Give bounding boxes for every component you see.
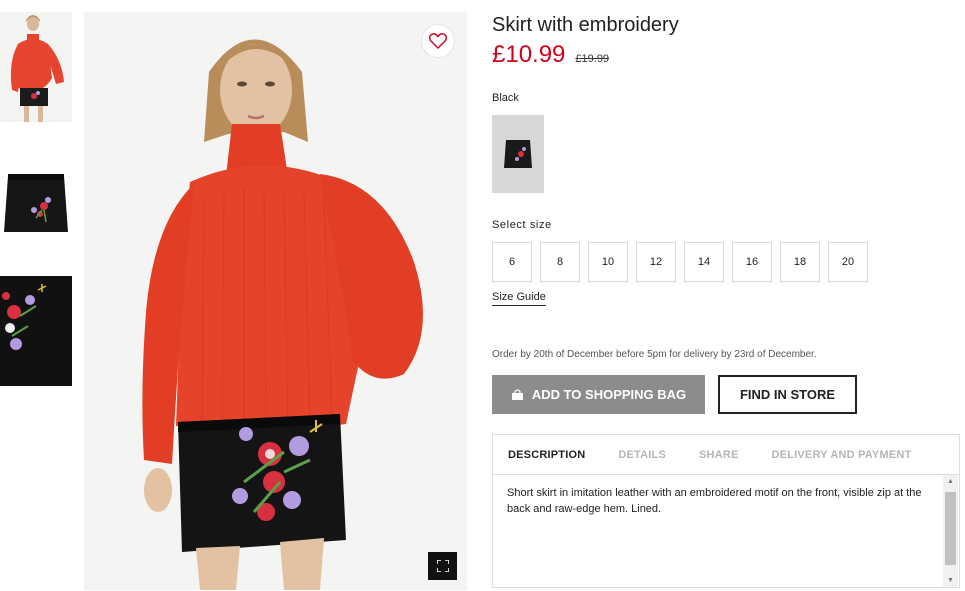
size-option-8[interactable]: 8 — [540, 242, 580, 282]
size-option-18[interactable]: 18 — [780, 242, 820, 282]
thumbnail-embroidery-detail[interactable] — [0, 276, 72, 386]
tab-details[interactable]: DETAILS — [618, 449, 666, 461]
model-illustration — [84, 12, 467, 590]
fullscreen-icon — [436, 560, 449, 572]
original-price: £19.99 — [575, 53, 610, 65]
size-guide-link[interactable]: Size Guide — [492, 291, 546, 306]
size-option-10[interactable]: 10 — [588, 242, 628, 282]
scroll-down-arrow-icon[interactable]: ▼ — [943, 574, 958, 587]
thumbnail-model[interactable] — [0, 12, 72, 122]
scroll-up-arrow-icon[interactable]: ▲ — [943, 475, 958, 488]
description-scrollbar[interactable]: ▲ ▼ — [943, 475, 958, 587]
color-name: Black — [492, 92, 519, 104]
swatch-skirt-image — [504, 140, 532, 168]
description-text: Short skirt in imitation leather with an… — [507, 487, 922, 515]
heart-icon — [429, 33, 447, 49]
main-product-image — [84, 12, 467, 590]
tab-delivery-and-payment[interactable]: DELIVERY AND PAYMENT — [772, 449, 912, 461]
price-row: £10.99 £19.99 — [492, 41, 962, 69]
add-to-bag-label: ADD TO SHOPPING BAG — [531, 387, 687, 402]
size-option-20[interactable]: 20 — [828, 242, 868, 282]
add-to-bag-button[interactable]: ADD TO SHOPPING BAG — [492, 375, 705, 414]
product-title: Skirt with embroidery — [492, 14, 679, 36]
thumbnail-list — [0, 12, 76, 408]
favorite-button[interactable] — [421, 24, 455, 58]
size-option-14[interactable]: 14 — [684, 242, 724, 282]
product-info: Skirt with embroidery £10.99 £19.99 Blac… — [492, 14, 962, 414]
find-in-store-button[interactable]: FIND IN STORE — [718, 375, 857, 414]
current-price: £10.99 — [492, 41, 566, 68]
size-option-16[interactable]: 16 — [732, 242, 772, 282]
color-swatch-black[interactable] — [492, 115, 544, 193]
fullscreen-button[interactable] — [428, 552, 457, 580]
product-details-panel: DESCRIPTION DETAILS SHARE DELIVERY AND P… — [492, 434, 960, 588]
tab-share[interactable]: SHARE — [699, 449, 739, 461]
tab-description[interactable]: DESCRIPTION — [508, 449, 585, 461]
thumbnail-skirt-front[interactable] — [0, 144, 72, 254]
size-option-6[interactable]: 6 — [492, 242, 532, 282]
details-tabs: DESCRIPTION DETAILS SHARE DELIVERY AND P… — [493, 435, 959, 475]
size-selector: 6 8 10 12 14 16 18 20 — [492, 242, 868, 282]
shopping-bag-icon — [511, 388, 523, 400]
delivery-note: Order by 20th of December before 5pm for… — [492, 349, 817, 360]
scrollbar-thumb[interactable] — [945, 492, 956, 565]
select-size-label: Select size — [492, 219, 552, 231]
size-option-12[interactable]: 12 — [636, 242, 676, 282]
